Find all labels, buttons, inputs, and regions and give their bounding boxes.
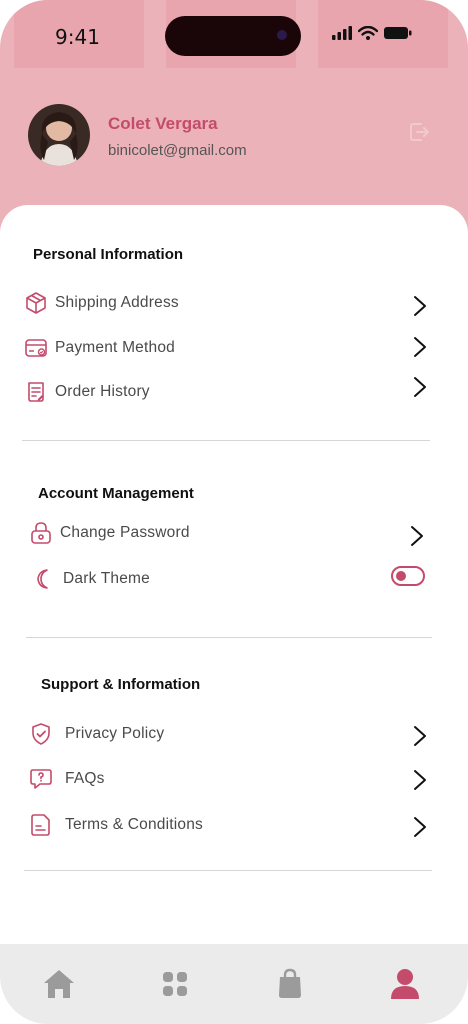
row-dark-theme: Dark Theme [32, 564, 150, 594]
tab-home[interactable] [39, 964, 79, 1004]
avatar[interactable] [28, 104, 90, 166]
chevron-right-icon[interactable] [412, 816, 428, 838]
row-label: Order History [55, 383, 150, 400]
row-label: Privacy Policy [65, 725, 165, 742]
row-label: Dark Theme [63, 570, 150, 587]
profile-screen: 9:41 Colet Vergara binicolet@gmail.com P… [0, 0, 468, 1024]
profile-icon [391, 969, 419, 999]
chevron-right-icon[interactable] [409, 525, 425, 547]
document-icon [31, 814, 50, 836]
row-label: Terms & Conditions [65, 816, 203, 833]
categories-icon [163, 972, 187, 996]
chevron-right-icon[interactable] [412, 295, 428, 317]
row-label: Change Password [60, 524, 190, 541]
dark-theme-toggle[interactable] [391, 566, 425, 586]
shield-check-icon [32, 723, 50, 745]
status-icons [332, 26, 412, 40]
row-privacy-policy[interactable]: Privacy Policy [29, 719, 164, 749]
row-label: Payment Method [55, 339, 175, 356]
section-title-account-management: Account Management [38, 485, 194, 502]
camera-dot [277, 30, 287, 40]
moon-icon [37, 569, 48, 589]
profile-email: binicolet@gmail.com [108, 142, 247, 159]
status-bar: 9:41 [0, 0, 468, 68]
lock-icon [31, 522, 51, 544]
row-label: Shipping Address [55, 294, 179, 311]
status-time: 9:41 [55, 25, 100, 49]
section-divider [22, 440, 430, 441]
logout-icon[interactable] [407, 120, 431, 144]
shopping-bag-icon [279, 968, 301, 998]
row-payment-method[interactable]: Payment Method [24, 333, 175, 363]
tab-shopping-bag[interactable] [270, 964, 310, 1004]
section-divider [24, 870, 432, 871]
section-title-support-information: Support & Information [41, 676, 201, 693]
tab-profile[interactable] [385, 964, 425, 1004]
profile-header: 9:41 Colet Vergara binicolet@gmail.com [0, 0, 468, 240]
row-change-password[interactable]: Change Password [29, 518, 190, 548]
bottom-tab-bar [0, 944, 468, 1024]
question-icon [30, 769, 52, 789]
chevron-right-icon[interactable] [412, 336, 428, 358]
row-order-history[interactable]: Order History [24, 377, 150, 407]
wifi-icon [358, 26, 378, 40]
avatar-image [28, 104, 90, 166]
row-shipping-address[interactable]: Shipping Address [24, 288, 179, 318]
row-faqs[interactable]: FAQs [29, 764, 105, 794]
credit-card-icon [25, 339, 47, 357]
profile-name: Colet Vergara [108, 114, 218, 133]
signal-icon [332, 26, 352, 40]
section-divider [26, 637, 432, 638]
chevron-right-icon[interactable] [412, 376, 428, 398]
tab-categories[interactable] [155, 964, 195, 1004]
row-label: FAQs [65, 770, 105, 787]
package-icon [26, 292, 46, 314]
toggle-knob [396, 571, 406, 581]
chevron-right-icon[interactable] [412, 725, 428, 747]
section-title-personal-information: Personal Information [33, 246, 184, 263]
battery-icon [384, 27, 412, 39]
dynamic-island [165, 16, 301, 56]
home-icon [44, 970, 74, 998]
row-terms-conditions[interactable]: Terms & Conditions [29, 810, 203, 840]
chevron-right-icon[interactable] [412, 769, 428, 791]
receipt-icon [28, 382, 44, 402]
